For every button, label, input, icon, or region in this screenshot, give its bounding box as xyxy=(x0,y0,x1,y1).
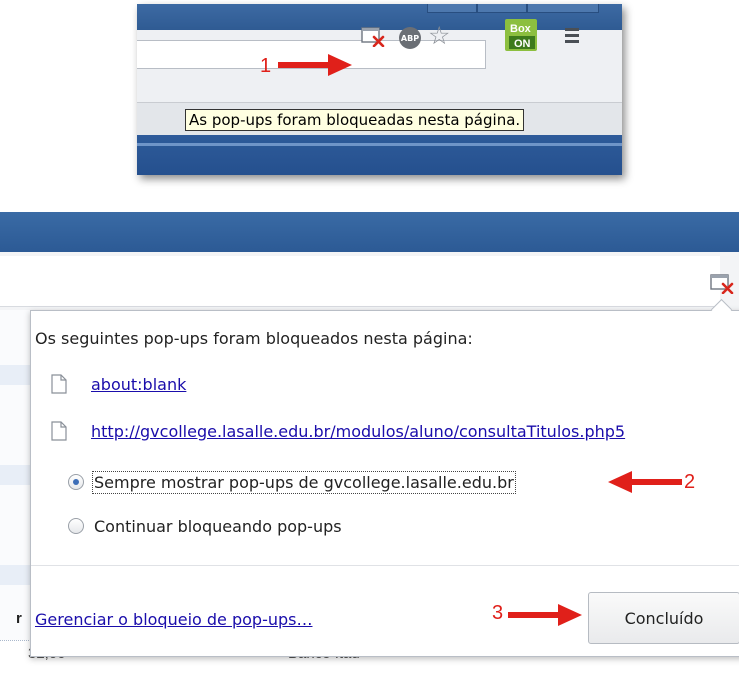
radio-label-keep-blocking[interactable]: Continuar bloqueando pop-ups xyxy=(94,517,342,536)
annotation-arrow-1 xyxy=(278,54,352,76)
bubble-divider xyxy=(31,565,739,566)
annotation-number-3: 3 xyxy=(492,602,504,624)
address-bar-2[interactable] xyxy=(0,256,720,307)
window-titlebar-2 xyxy=(0,212,739,252)
page-fragment-char: r xyxy=(16,610,22,627)
radio-label-always-show[interactable]: Sempre mostrar pop-ups de gvcollege.lasa… xyxy=(92,471,516,494)
bubble-header: Os seguintes pop-ups foram bloqueados ne… xyxy=(35,329,473,348)
boxon-label-bottom: ON xyxy=(514,38,531,50)
annotation-number-1: 1 xyxy=(260,55,272,77)
blocked-popup-link[interactable]: http://gvcollege.lasalle.edu.br/modulos/… xyxy=(91,422,625,441)
done-button[interactable]: Concluído xyxy=(588,592,739,644)
star-icon[interactable]: ☆ xyxy=(428,23,450,48)
document-icon xyxy=(51,421,67,441)
boxon-icon[interactable]: Box ON xyxy=(505,19,537,51)
menu-icon[interactable] xyxy=(565,28,579,44)
boxon-label-top: Box xyxy=(510,23,532,35)
popup-blocked-tooltip: As pop-ups foram bloqueadas nesta página… xyxy=(185,109,525,131)
maximize-button[interactable] xyxy=(477,4,527,13)
annotation-arrow-2 xyxy=(608,471,682,493)
adblock-label: ABP xyxy=(400,33,420,43)
popup-blocked-icon[interactable] xyxy=(710,274,734,294)
radio-button-checked[interactable] xyxy=(68,474,84,490)
minimize-button[interactable] xyxy=(427,4,477,13)
close-window-button[interactable] xyxy=(527,4,599,13)
manage-popup-blocking-link[interactable]: Gerenciar o bloqueio de pop-ups… xyxy=(35,610,312,629)
page-content-left xyxy=(0,310,30,685)
annotation-arrow-3 xyxy=(508,604,582,626)
tutorial-image: ABP ☆ Box ON As pop-ups foram bloqueadas… xyxy=(0,0,739,685)
document-icon xyxy=(51,374,67,394)
blocked-popup-link[interactable]: about:blank xyxy=(91,375,186,394)
radio-button-unchecked[interactable] xyxy=(68,518,84,534)
adblock-icon[interactable]: ABP xyxy=(399,27,421,49)
browser-toolbar-screenshot: ABP ☆ Box ON As pop-ups foram bloqueadas… xyxy=(137,4,622,175)
annotation-number-2: 2 xyxy=(684,471,696,493)
page-header-strip xyxy=(137,135,622,175)
popup-blocked-icon[interactable] xyxy=(361,27,385,47)
popup-bubble-screenshot: r 32,00 Banco Itaú Os seguintes pop-ups … xyxy=(0,212,739,685)
browser-toolbar-2 xyxy=(0,252,739,311)
